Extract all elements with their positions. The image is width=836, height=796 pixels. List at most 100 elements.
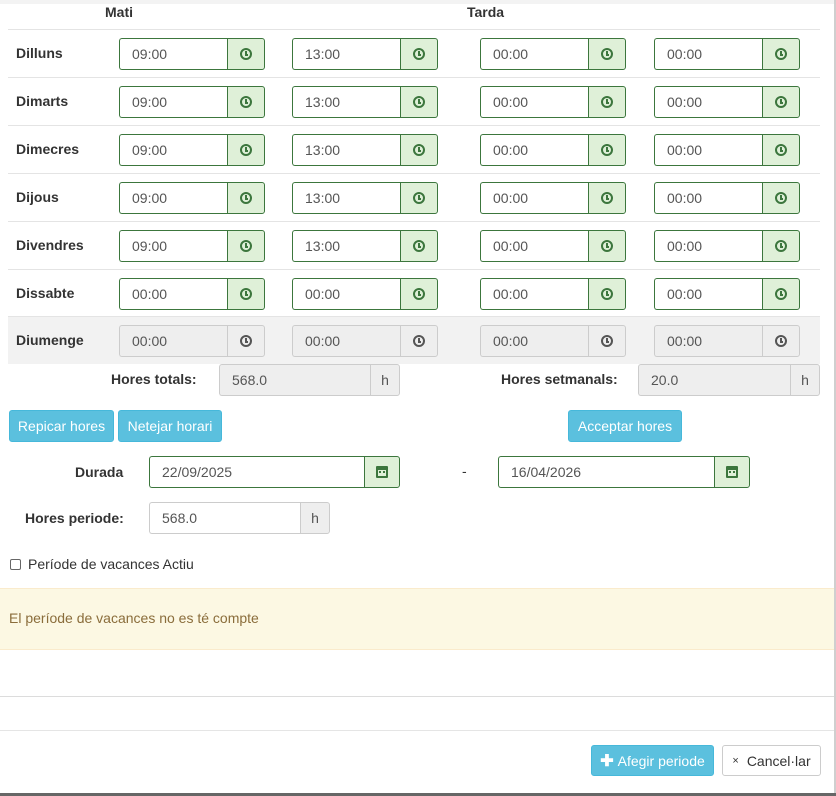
vacances-checkbox[interactable] bbox=[10, 559, 21, 570]
time-input[interactable] bbox=[292, 86, 400, 118]
time-picker-button[interactable] bbox=[227, 38, 265, 70]
clock-icon bbox=[775, 192, 787, 204]
time-input[interactable] bbox=[119, 182, 227, 214]
time-input bbox=[119, 325, 227, 357]
time-picker-group bbox=[119, 182, 265, 214]
clock-icon bbox=[240, 144, 252, 156]
day-label: Diumenge bbox=[16, 332, 84, 348]
netejar-horari-button[interactable]: Netejar horari bbox=[118, 410, 222, 442]
clock-icon bbox=[601, 144, 613, 156]
time-picker-button[interactable] bbox=[762, 134, 800, 166]
time-picker-group bbox=[480, 278, 626, 310]
clock-icon bbox=[775, 335, 787, 347]
time-picker-button[interactable] bbox=[588, 278, 626, 310]
date-start-group bbox=[149, 456, 400, 488]
time-picker-group bbox=[292, 38, 438, 70]
time-picker-button[interactable] bbox=[400, 278, 438, 310]
time-input[interactable] bbox=[480, 182, 588, 214]
time-picker-group bbox=[654, 38, 800, 70]
vacances-checkbox-label: Període de vacances Actiu bbox=[28, 556, 194, 572]
clock-icon bbox=[413, 240, 425, 252]
time-picker-button[interactable] bbox=[762, 38, 800, 70]
time-picker-group bbox=[654, 134, 800, 166]
time-picker-button[interactable] bbox=[762, 230, 800, 262]
calendar-icon bbox=[376, 466, 388, 478]
hores-totals-group: h bbox=[219, 364, 400, 396]
date-end-picker-button[interactable] bbox=[714, 456, 750, 488]
afegir-periode-button[interactable]: ✚ Afegir periode bbox=[591, 745, 714, 776]
time-picker-button[interactable] bbox=[588, 182, 626, 214]
time-input[interactable] bbox=[119, 134, 227, 166]
time-picker-button[interactable] bbox=[227, 182, 265, 214]
time-picker-button[interactable] bbox=[588, 86, 626, 118]
day-label: Dilluns bbox=[16, 45, 63, 61]
clock-icon bbox=[775, 240, 787, 252]
time-input[interactable] bbox=[119, 86, 227, 118]
hores-setmanals-unit: h bbox=[790, 364, 820, 396]
time-input[interactable] bbox=[119, 278, 227, 310]
clock-icon bbox=[775, 96, 787, 108]
date-end-input[interactable] bbox=[498, 456, 714, 488]
time-picker-group bbox=[119, 278, 265, 310]
time-picker-button[interactable] bbox=[400, 86, 438, 118]
clock-icon bbox=[601, 335, 613, 347]
time-input[interactable] bbox=[480, 134, 588, 166]
time-picker-button[interactable] bbox=[227, 134, 265, 166]
time-picker-button[interactable] bbox=[588, 230, 626, 262]
time-input[interactable] bbox=[654, 182, 762, 214]
time-input[interactable] bbox=[292, 278, 400, 310]
schedule-row: Dijous bbox=[8, 173, 820, 221]
clock-icon bbox=[240, 335, 252, 347]
time-input[interactable] bbox=[654, 38, 762, 70]
time-picker-group bbox=[654, 325, 800, 357]
date-start-input[interactable] bbox=[149, 456, 364, 488]
close-icon: × bbox=[732, 754, 739, 767]
time-picker-group bbox=[480, 134, 626, 166]
time-input[interactable] bbox=[292, 182, 400, 214]
time-input[interactable] bbox=[480, 230, 588, 262]
header-mati: Mati bbox=[105, 4, 133, 20]
time-input[interactable] bbox=[480, 38, 588, 70]
date-start-picker-button[interactable] bbox=[364, 456, 400, 488]
repicar-hores-button[interactable]: Repicar hores bbox=[9, 410, 114, 442]
time-picker-button[interactable] bbox=[400, 230, 438, 262]
time-picker-button[interactable] bbox=[400, 134, 438, 166]
time-picker-button[interactable] bbox=[227, 278, 265, 310]
time-picker-group bbox=[480, 182, 626, 214]
time-picker-button[interactable] bbox=[762, 86, 800, 118]
afegir-periode-label: Afegir periode bbox=[617, 752, 705, 769]
schedule-row: Dimarts bbox=[8, 77, 820, 125]
hores-setmanals-input bbox=[638, 364, 790, 396]
time-picker-button bbox=[588, 325, 626, 357]
time-picker-button[interactable] bbox=[588, 38, 626, 70]
time-input[interactable] bbox=[654, 230, 762, 262]
time-picker-button[interactable] bbox=[400, 182, 438, 214]
time-input[interactable] bbox=[480, 278, 588, 310]
time-picker-button[interactable] bbox=[400, 38, 438, 70]
acceptar-hores-button[interactable]: Acceptar hores bbox=[568, 410, 682, 442]
time-picker-group bbox=[119, 86, 265, 118]
time-input[interactable] bbox=[654, 278, 762, 310]
time-picker-button[interactable] bbox=[762, 182, 800, 214]
hores-periode-label: Hores periode: bbox=[25, 510, 124, 526]
time-input[interactable] bbox=[292, 134, 400, 166]
time-input[interactable] bbox=[292, 230, 400, 262]
cancel-button[interactable]: × Cancel·lar bbox=[722, 745, 821, 776]
schedule-row: Dilluns bbox=[8, 29, 820, 77]
time-picker-button[interactable] bbox=[227, 230, 265, 262]
hores-periode-input[interactable] bbox=[149, 502, 300, 534]
time-input[interactable] bbox=[654, 134, 762, 166]
time-input bbox=[654, 325, 762, 357]
clock-icon bbox=[601, 48, 613, 60]
time-input[interactable] bbox=[654, 86, 762, 118]
time-picker-button[interactable] bbox=[227, 86, 265, 118]
time-input[interactable] bbox=[119, 38, 227, 70]
time-picker-group bbox=[119, 325, 265, 357]
clock-icon bbox=[413, 96, 425, 108]
time-picker-button[interactable] bbox=[588, 134, 626, 166]
time-input[interactable] bbox=[480, 86, 588, 118]
time-picker-button[interactable] bbox=[762, 278, 800, 310]
hores-totals-label: Hores totals: bbox=[111, 371, 197, 387]
time-input[interactable] bbox=[119, 230, 227, 262]
time-input[interactable] bbox=[292, 38, 400, 70]
